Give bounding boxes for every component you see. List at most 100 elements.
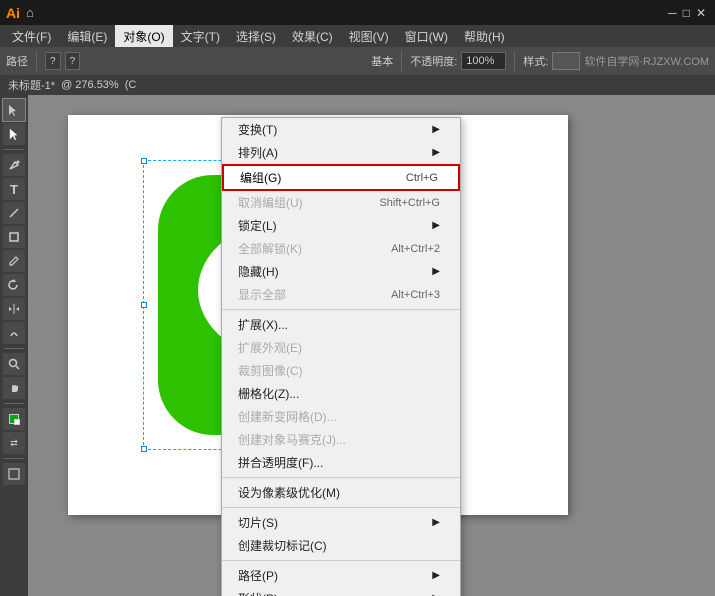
opacity-label: 不透明度:	[410, 53, 457, 69]
menu-item-arrow-transform: ▶	[432, 124, 440, 135]
menu-item-label-lock: 锁定(L)	[238, 217, 277, 234]
tool-sep-2	[4, 348, 24, 349]
menubar-item-file[interactable]: 文件(F)	[4, 25, 59, 47]
menu-item-shortcut-unlock-all: Alt+Ctrl+2	[391, 243, 440, 255]
direct-select-tool[interactable]	[3, 123, 25, 145]
status-bar: 未标题-1* @ 276.53% (C	[0, 75, 715, 95]
menubar-item-text[interactable]: 文字(T)	[173, 25, 228, 47]
menu-item-arrow-lock: ▶	[432, 220, 440, 231]
main-area: T ⇄	[0, 95, 715, 596]
menu-item-shortcut-ungroup: Shift+Ctrl+G	[379, 197, 440, 209]
menu-item-transform[interactable]: 变换(T)▶	[222, 118, 460, 141]
menu-item-crop-image: 裁剪图像(C)	[222, 359, 460, 382]
menu-item-create-gradient-mesh: 创建新变网格(D)...	[222, 405, 460, 428]
path-label: 路径	[6, 53, 28, 69]
menubar-item-select[interactable]: 选择(S)	[228, 25, 284, 47]
menu-item-label-create-mosaic: 创建对象马赛克(J)...	[238, 431, 346, 448]
menu-separator-21	[222, 560, 460, 561]
menu-item-label-hide: 隐藏(H)	[238, 263, 279, 280]
tool-sep-3	[4, 403, 24, 404]
toolbar-separator-2	[401, 51, 402, 71]
menu-item-arrange[interactable]: 排列(A) ▶	[222, 141, 460, 164]
menubar-item-effect[interactable]: 效果(C)	[284, 25, 341, 47]
menu-item-pixel-perfect[interactable]: 设为像素级优化(M)	[222, 481, 460, 504]
toolbar-separator-3	[514, 51, 515, 71]
mode-label: 基本	[371, 53, 393, 69]
window-minimize[interactable]: ─	[668, 6, 677, 20]
menu-item-label-path: 路径(P)	[238, 567, 278, 584]
menu-separator-16	[222, 477, 460, 478]
menu-item-expand-appearance: 扩展外观(E)	[222, 336, 460, 359]
watermark: 软件自学网·RJZXW.COM	[584, 53, 709, 69]
zoom-tool[interactable]	[3, 353, 25, 375]
color-mode: (C	[125, 79, 137, 91]
menu-item-flatten-transparency[interactable]: 拼合透明度(F)...	[222, 451, 460, 474]
handle-bl[interactable]	[141, 446, 147, 452]
menubar-item-edit[interactable]: 编辑(E)	[59, 25, 115, 47]
rect-tool[interactable]	[3, 226, 25, 248]
warp-tool[interactable]	[3, 322, 25, 344]
menu-item-hide[interactable]: 隐藏(H) ▶	[222, 260, 460, 283]
menubar-item-object[interactable]: 对象(O)	[115, 25, 172, 47]
menu-item-shape[interactable]: 形状(P)▶	[222, 587, 460, 596]
menu-item-show-all: 显示全部Alt+Ctrl+3	[222, 283, 460, 306]
menu-item-label-rasterize: 栅格化(Z)...	[238, 385, 299, 402]
toolbar: 路径 ? ? 基本 不透明度: 样式: 软件自学网·RJZXW.COM	[0, 47, 715, 75]
menubar-item-help[interactable]: 帮助(H)	[456, 25, 513, 47]
toolbar-question-btn2[interactable]: ?	[65, 52, 81, 70]
rotate-tool[interactable]	[3, 274, 25, 296]
title-icon-home[interactable]: ⌂	[26, 5, 34, 20]
window-maximize[interactable]: □	[683, 6, 690, 20]
menu-item-label-ungroup: 取消编组(U)	[238, 194, 303, 211]
menu-item-rasterize[interactable]: 栅格化(Z)...	[222, 382, 460, 405]
menu-item-label-expand: 扩展(X)...	[238, 316, 288, 333]
tool-sep-1	[4, 149, 24, 150]
menu-item-lock[interactable]: 锁定(L) ▶	[222, 214, 460, 237]
menu-item-create-trim[interactable]: 创建裁切标记(C)	[222, 534, 460, 557]
handle-tl[interactable]	[141, 158, 147, 164]
menu-item-label-unlock-all: 全部解锁(K)	[238, 240, 302, 257]
menu-item-label-show-all: 显示全部	[238, 286, 286, 303]
menu-item-arrow-path: ▶	[432, 570, 440, 581]
type-tool[interactable]: T	[3, 178, 25, 200]
menu-bar: 文件(F)编辑(E)对象(O)文字(T)选择(S)效果(C)视图(V)窗口(W)…	[0, 25, 715, 47]
pen-tool[interactable]	[3, 154, 25, 176]
object-dropdown-menu[interactable]: 变换(T)▶ 排列(A) ▶ 编组(G)Ctrl+G 取消编组(U) Shift+Ctrl…	[221, 117, 461, 596]
menu-item-arrow-slice: ▶	[432, 517, 440, 528]
menu-item-expand[interactable]: 扩展(X)...	[222, 313, 460, 336]
menu-item-label-shape: 形状(P)	[238, 590, 278, 596]
color-btn[interactable]	[3, 408, 25, 430]
menubar-item-window[interactable]: 窗口(W)	[397, 25, 456, 47]
menu-separator-18	[222, 507, 460, 508]
menu-item-ungroup: 取消编组(U) Shift+Ctrl+G	[222, 191, 460, 214]
menu-item-label-expand-appearance: 扩展外观(E)	[238, 339, 302, 356]
menu-item-path[interactable]: 路径(P) ▶	[222, 564, 460, 587]
canvas-area: 变换(T)▶ 排列(A) ▶ 编组(G)Ctrl+G 取消编组(U) Shift+Ctrl…	[28, 95, 715, 596]
ai-logo: Ai	[6, 5, 20, 21]
reflect-tool[interactable]	[3, 298, 25, 320]
window-close[interactable]: ✕	[696, 6, 706, 20]
brush-tool[interactable]	[3, 250, 25, 272]
menubar-item-view[interactable]: 视图(V)	[341, 25, 397, 47]
opacity-input[interactable]	[461, 52, 506, 70]
menu-item-label-group: 编组(G)	[240, 169, 281, 186]
toolbar-question-btn[interactable]: ?	[45, 52, 61, 70]
select-tool[interactable]	[3, 99, 25, 121]
menu-item-label-arrange: 排列(A)	[238, 144, 278, 161]
title-bar: Ai ⌂ ─ □ ✕	[0, 0, 715, 25]
style-label: 样式:	[523, 53, 548, 69]
hand-tool[interactable]	[3, 377, 25, 399]
screen-mode-btn[interactable]	[3, 463, 25, 485]
swap-color-btn[interactable]: ⇄	[3, 432, 25, 454]
menu-item-group[interactable]: 编组(G)Ctrl+G	[222, 164, 460, 191]
handle-ml[interactable]	[141, 302, 147, 308]
menu-item-slice[interactable]: 切片(S)▶	[222, 511, 460, 534]
menu-item-unlock-all: 全部解锁(K) Alt+Ctrl+2	[222, 237, 460, 260]
menu-item-arrow-hide: ▶	[432, 266, 440, 277]
line-tool[interactable]	[3, 202, 25, 224]
menu-item-label-crop-image: 裁剪图像(C)	[238, 362, 303, 379]
menu-separator-8	[222, 309, 460, 310]
zoom-status: @ 276.53%	[61, 79, 119, 91]
menu-item-arrow-arrange: ▶	[432, 147, 440, 158]
file-name: 未标题-1*	[8, 77, 55, 93]
